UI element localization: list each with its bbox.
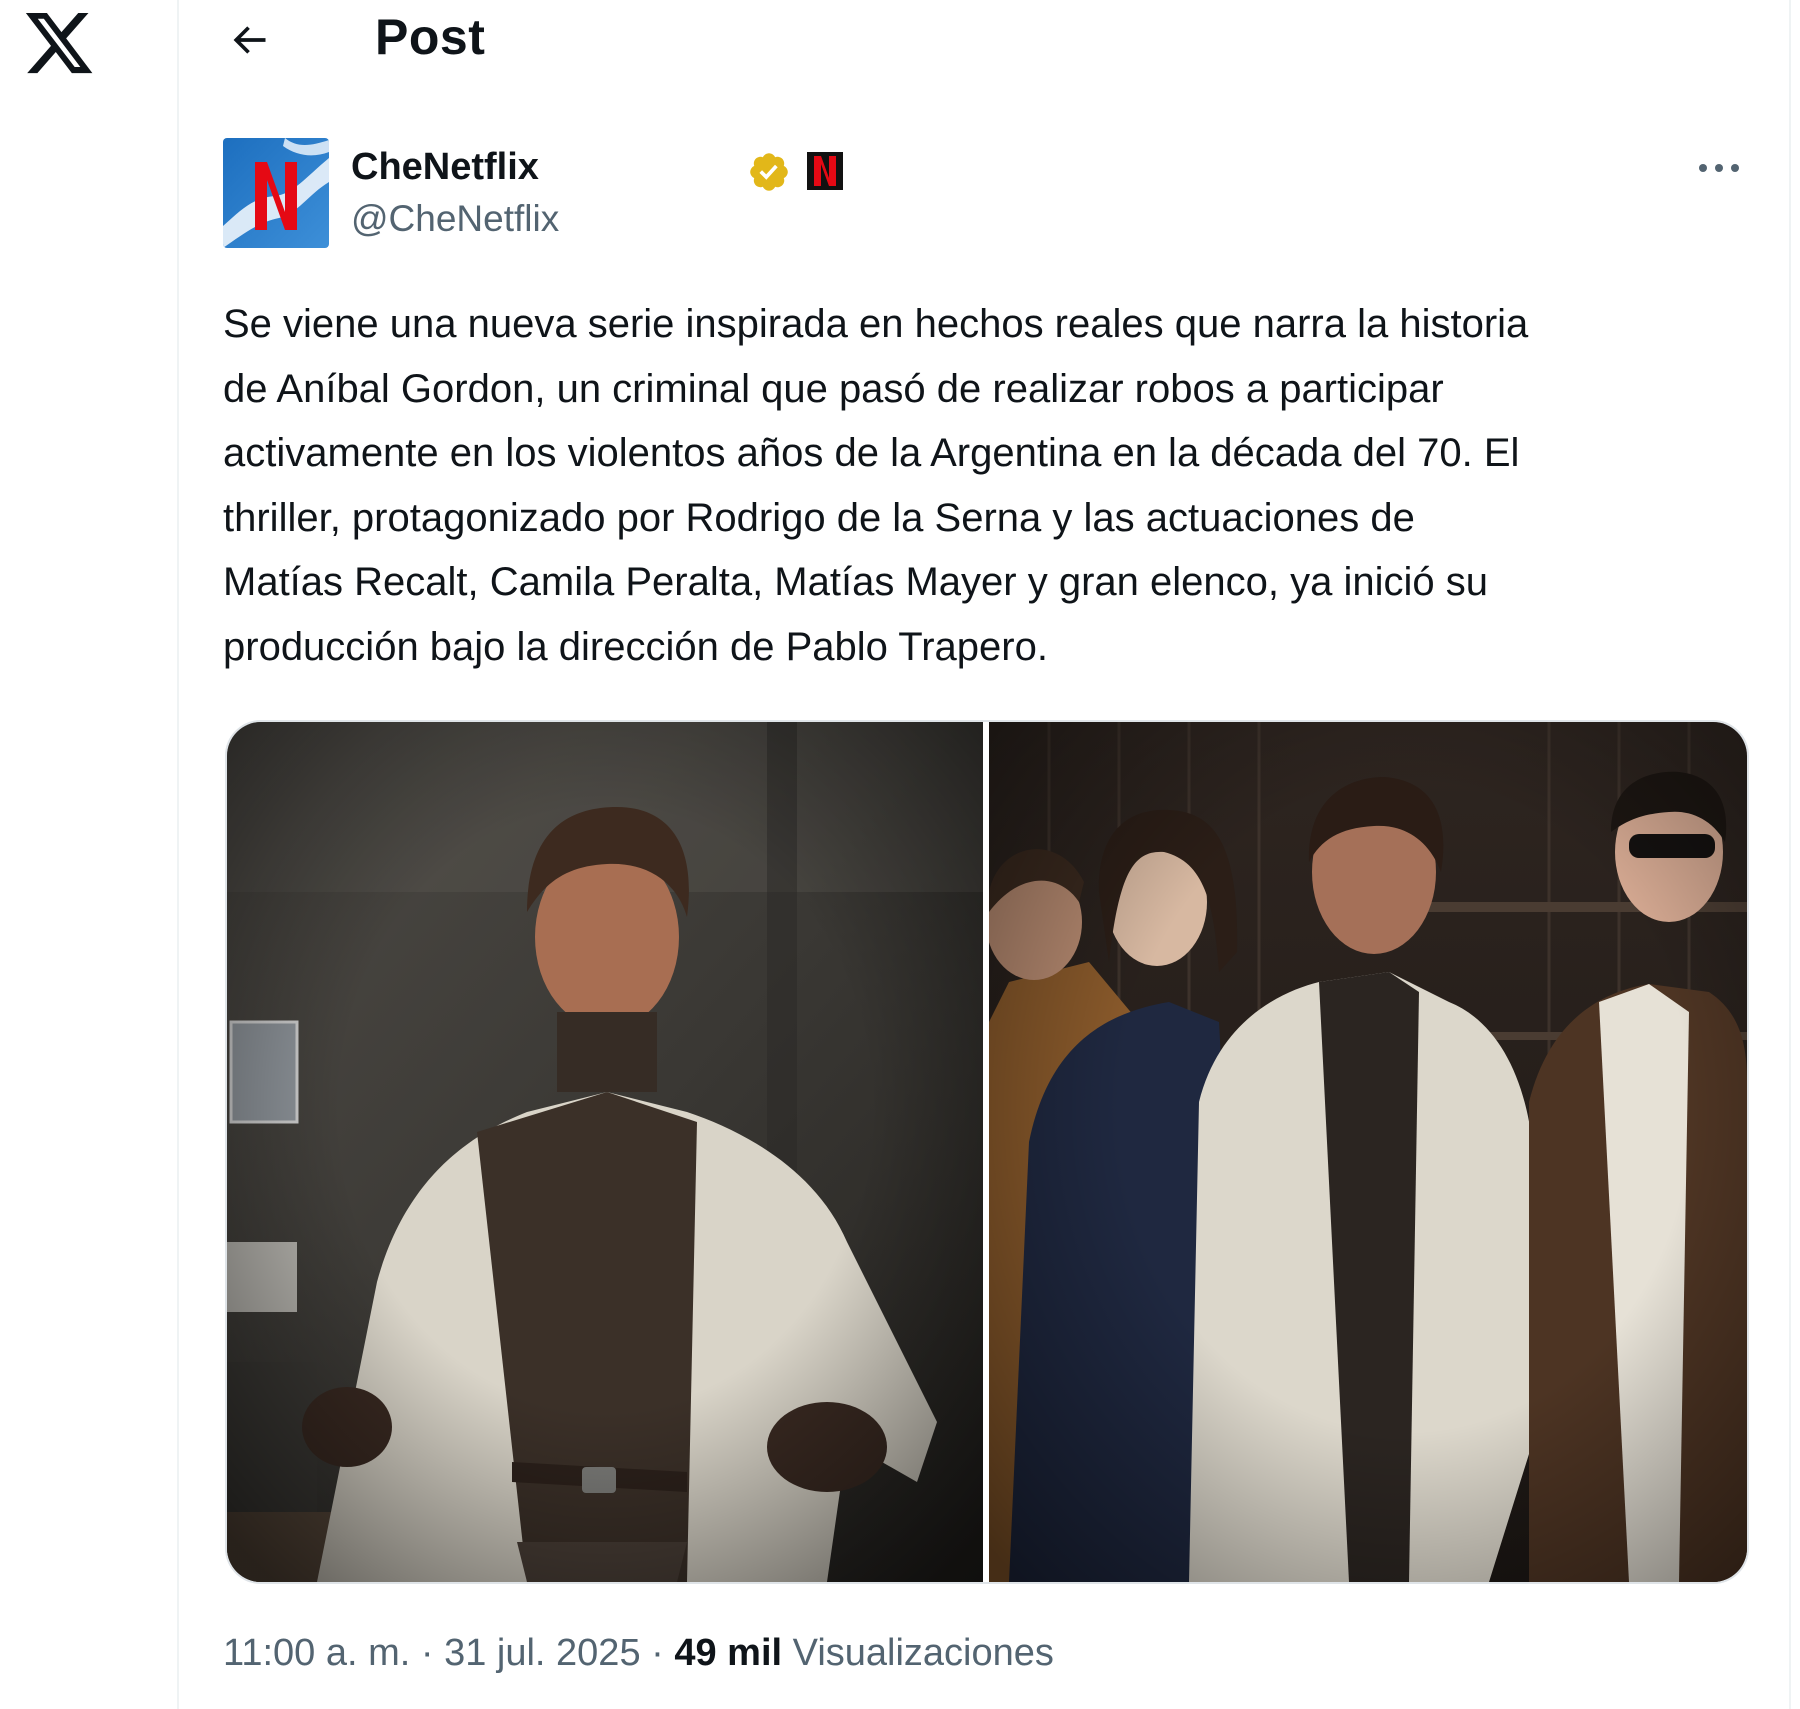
media-image-1[interactable]: [227, 722, 983, 1582]
main-column: Post CheNetflix @CheNetflix Se viene una…: [177, 0, 1791, 1709]
verified-badge-icon[interactable]: [747, 150, 791, 194]
post-text: Se viene una nueva serie inspirada en he…: [223, 302, 1529, 669]
views-count: 49 mil: [674, 1632, 783, 1674]
post-date[interactable]: 31 jul. 2025: [444, 1632, 641, 1674]
avatar[interactable]: [223, 138, 329, 248]
post-media: [225, 720, 1749, 1584]
top-bar: Post: [179, 0, 1789, 80]
author-name[interactable]: CheNetflix: [351, 146, 539, 189]
views-label: Visualizaciones: [792, 1632, 1054, 1674]
page-title: Post: [375, 9, 486, 65]
author-handle[interactable]: @CheNetflix: [351, 198, 559, 240]
more-options-button[interactable]: [1689, 144, 1749, 192]
netflix-n-icon: [807, 152, 843, 190]
x-logo-icon[interactable]: [22, 6, 96, 80]
media-image-2[interactable]: [989, 722, 1747, 1582]
meta-separator-2: ·: [651, 1632, 664, 1674]
back-button[interactable]: [219, 10, 279, 70]
more-horizontal-icon: [1699, 164, 1739, 172]
post-metadata: 11:00 a. m. · 31 jul. 2025 · 49 mil Visu…: [223, 1632, 1054, 1675]
arrow-left-icon: [233, 26, 266, 54]
post-time[interactable]: 11:00 a. m.: [223, 1632, 410, 1674]
meta-separator: ·: [420, 1632, 434, 1674]
left-rail: [0, 0, 176, 1709]
